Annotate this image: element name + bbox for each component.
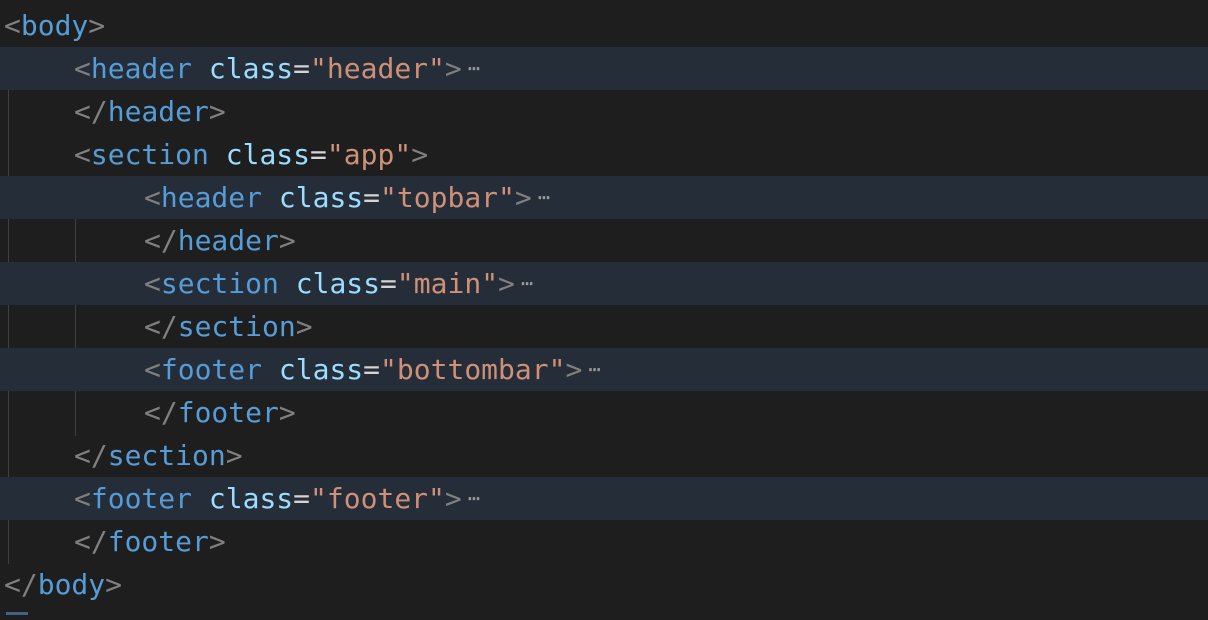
attribute-equals: =: [310, 138, 327, 171]
code-line-folded[interactable]: <footer class="footer"> ⋯: [0, 477, 1208, 520]
tag-open-bracket: </: [74, 439, 108, 472]
tag-open-bracket: <: [74, 138, 91, 171]
tag-name: footer: [107, 525, 209, 558]
attribute-value: header: [326, 52, 429, 85]
tag-name: section: [107, 439, 226, 472]
code-line[interactable]: </footer>: [0, 391, 1208, 434]
tag-close-bracket: >: [278, 224, 296, 257]
tag-open-bracket: </: [4, 568, 38, 601]
tag-close-bracket: >: [444, 52, 462, 85]
tag-name: header: [177, 224, 279, 257]
tag-open-bracket: <: [144, 267, 161, 300]
tag-name: section: [177, 310, 296, 343]
tag-name: footer: [90, 482, 193, 515]
tag-open-bracket: <: [74, 482, 91, 515]
tag-open-bracket: </: [144, 396, 178, 429]
attribute-value: main: [413, 267, 482, 300]
attribute-value: bottombar: [396, 353, 549, 386]
tag-close-bracket: >: [444, 482, 462, 515]
code-line[interactable]: </section>: [0, 305, 1208, 348]
attribute-equals: =: [363, 181, 381, 214]
code-editor[interactable]: <body> <header class="header"> ⋯ </header> <…: [0, 0, 1208, 620]
fold-ellipsis-icon[interactable]: ⋯: [521, 262, 533, 305]
tag-name: header: [90, 52, 193, 85]
tag-close-bracket: >: [411, 138, 429, 171]
attribute-value: footer: [326, 482, 429, 515]
code-line[interactable]: </body>: [0, 563, 1208, 606]
attribute-equals: =: [293, 52, 311, 85]
string-quote: ": [380, 181, 397, 214]
tag-open-bracket: </: [144, 224, 178, 257]
tag-open-bracket: <: [144, 353, 161, 386]
tag-open-bracket: </: [144, 310, 178, 343]
tag-name: header: [107, 95, 209, 128]
attribute-value: app: [343, 138, 395, 171]
tag-open-bracket: <: [4, 9, 21, 42]
code-line[interactable]: <body>: [0, 4, 1208, 47]
code-line-folded[interactable]: <header class="header"> ⋯: [0, 47, 1208, 90]
attribute-equals: =: [380, 267, 397, 300]
tag-name: section: [90, 138, 209, 171]
tag-name: body: [20, 9, 89, 42]
tag-open-bracket: </: [74, 95, 108, 128]
tag-close-bracket: >: [88, 9, 106, 42]
string-quote: ": [498, 181, 515, 214]
string-quote: ": [548, 353, 566, 386]
tag-open-bracket: <: [144, 181, 161, 214]
fold-ellipsis-icon[interactable]: ⋯: [468, 477, 480, 520]
tag-close-bracket: >: [225, 439, 243, 472]
string-quote: ": [326, 138, 344, 171]
attribute-name: class: [295, 267, 381, 300]
string-quote: ": [396, 267, 414, 300]
fold-ellipsis-icon[interactable]: ⋯: [538, 176, 550, 219]
tag-close-bracket: >: [498, 267, 515, 300]
tag-name: footer: [160, 353, 263, 386]
string-quote: ": [481, 267, 499, 300]
tag-close-bracket: >: [208, 525, 226, 558]
attribute-equals: =: [363, 353, 381, 386]
tag-close-bracket: >: [278, 396, 296, 429]
code-line[interactable]: </header>: [0, 90, 1208, 133]
tag-name: header: [160, 181, 263, 214]
code-line[interactable]: <section class="app">: [0, 133, 1208, 176]
code-line-folded[interactable]: <section class="main"> ⋯: [0, 262, 1208, 305]
attribute-name: class: [208, 52, 294, 85]
attribute-name: class: [278, 353, 364, 386]
fold-ellipsis-icon[interactable]: ⋯: [468, 47, 480, 90]
code-line[interactable]: </footer>: [0, 520, 1208, 563]
attribute-equals: =: [293, 482, 311, 515]
tag-open-bracket: <: [74, 52, 91, 85]
tag-name: footer: [177, 396, 279, 429]
string-quote: ": [380, 353, 397, 386]
tag-close-bracket: >: [295, 310, 313, 343]
attribute-name: class: [225, 138, 311, 171]
string-quote: ": [310, 482, 327, 515]
tag-name: body: [37, 568, 106, 601]
tag-close-bracket: >: [208, 95, 226, 128]
tag-close-bracket: >: [565, 353, 583, 386]
attribute-name: class: [208, 482, 294, 515]
code-line-folded[interactable]: <footer class="bottombar"> ⋯: [0, 348, 1208, 391]
string-quote: ": [428, 482, 445, 515]
string-quote: ": [394, 138, 412, 171]
attribute-value: topbar: [396, 181, 499, 214]
tag-name: section: [160, 267, 279, 300]
fold-ellipsis-icon[interactable]: ⋯: [588, 348, 600, 391]
code-line[interactable]: </header>: [0, 219, 1208, 262]
string-quote: ": [310, 52, 327, 85]
string-quote: ": [428, 52, 445, 85]
tag-close-bracket: >: [514, 181, 532, 214]
code-line[interactable]: </section>: [0, 434, 1208, 477]
tag-open-bracket: </: [74, 525, 108, 558]
attribute-name: class: [278, 181, 364, 214]
code-line-folded[interactable]: <header class="topbar"> ⋯: [0, 176, 1208, 219]
partial-next-line: [6, 612, 28, 615]
tag-close-bracket: >: [105, 568, 123, 601]
